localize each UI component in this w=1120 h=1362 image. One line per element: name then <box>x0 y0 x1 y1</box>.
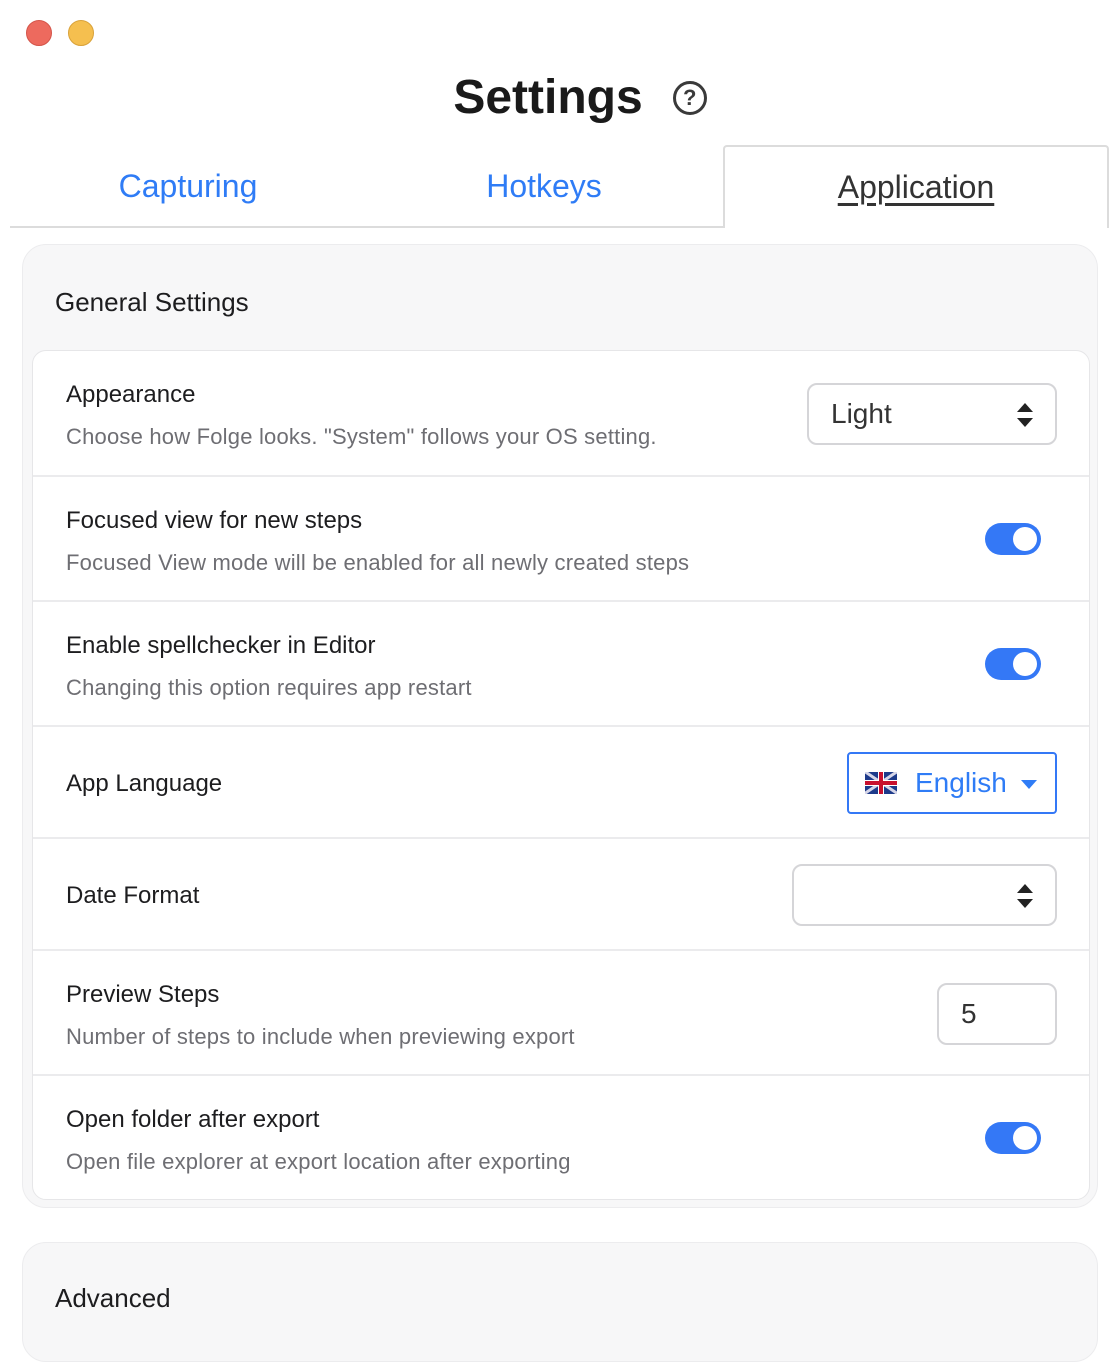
preview-steps-description: Number of steps to include when previewi… <box>66 1024 575 1049</box>
open-folder-description: Open file explorer at export location af… <box>66 1149 571 1174</box>
settings-card: Appearance Choose how Folge looks. "Syst… <box>32 350 1090 1200</box>
setting-row-date-format: Date Format <box>33 839 1089 951</box>
setting-row-open-folder: Open folder after export Open file explo… <box>33 1076 1089 1199</box>
open-folder-label: Open folder after export <box>66 1106 320 1133</box>
up-down-arrows-icon <box>1017 884 1033 908</box>
title-row: Settings ? <box>0 70 1120 125</box>
setting-row-preview-steps: Preview Steps Number of steps to include… <box>33 951 1089 1076</box>
minimize-window-button[interactable] <box>68 20 94 46</box>
general-settings-section: General Settings Appearance Choose how F… <box>22 244 1098 1208</box>
setting-row-appearance: Appearance Choose how Folge looks. "Syst… <box>33 351 1089 477</box>
focused-view-description: Focused View mode will be enabled for al… <box>66 550 690 575</box>
date-format-select[interactable] <box>792 864 1057 926</box>
advanced-section: Advanced <box>22 1242 1098 1362</box>
window-controls <box>26 20 94 46</box>
appearance-description: Choose how Folge looks. "System" follows… <box>66 424 657 449</box>
date-format-label: Date Format <box>66 882 200 909</box>
language-value: English <box>915 767 1007 798</box>
up-down-arrows-icon <box>1017 403 1033 427</box>
focused-view-label: Focused view for new steps <box>66 507 363 534</box>
spellchecker-label: Enable spellchecker in Editor <box>66 632 376 659</box>
spellchecker-description: Changing this option requires app restar… <box>66 675 472 700</box>
preview-steps-input[interactable]: 5 <box>937 983 1057 1045</box>
language-select[interactable]: English <box>847 752 1057 814</box>
setting-row-spellchecker: Enable spellchecker in Editor Changing t… <box>33 602 1089 727</box>
appearance-select[interactable]: Light <box>807 383 1057 445</box>
tab-hotkeys[interactable]: Hotkeys <box>366 145 722 228</box>
appearance-label: Appearance <box>66 381 196 408</box>
language-label: App Language <box>66 770 223 797</box>
help-icon[interactable]: ? <box>672 80 707 115</box>
tab-bar: Capturing Hotkeys Application <box>10 145 1110 228</box>
open-folder-toggle[interactable] <box>985 1122 1041 1154</box>
preview-steps-label: Preview Steps <box>66 981 220 1008</box>
toggle-knob <box>1013 527 1037 551</box>
appearance-value: Light <box>831 398 892 429</box>
page-title: Settings <box>453 71 643 124</box>
section-title-general: General Settings <box>55 287 249 317</box>
spellchecker-toggle[interactable] <box>985 648 1041 680</box>
toggle-knob <box>1013 1126 1037 1150</box>
setting-row-language: App Language English <box>33 727 1089 839</box>
tab-application[interactable]: Application <box>723 145 1109 228</box>
focused-view-toggle[interactable] <box>985 523 1041 555</box>
uk-flag-icon <box>865 772 897 794</box>
setting-row-focused-view: Focused view for new steps Focused View … <box>33 477 1089 602</box>
close-window-button[interactable] <box>26 20 52 46</box>
tab-capturing[interactable]: Capturing <box>10 145 366 228</box>
section-title-advanced: Advanced <box>55 1283 171 1313</box>
toggle-knob <box>1013 652 1037 676</box>
caret-down-icon <box>1021 780 1037 789</box>
